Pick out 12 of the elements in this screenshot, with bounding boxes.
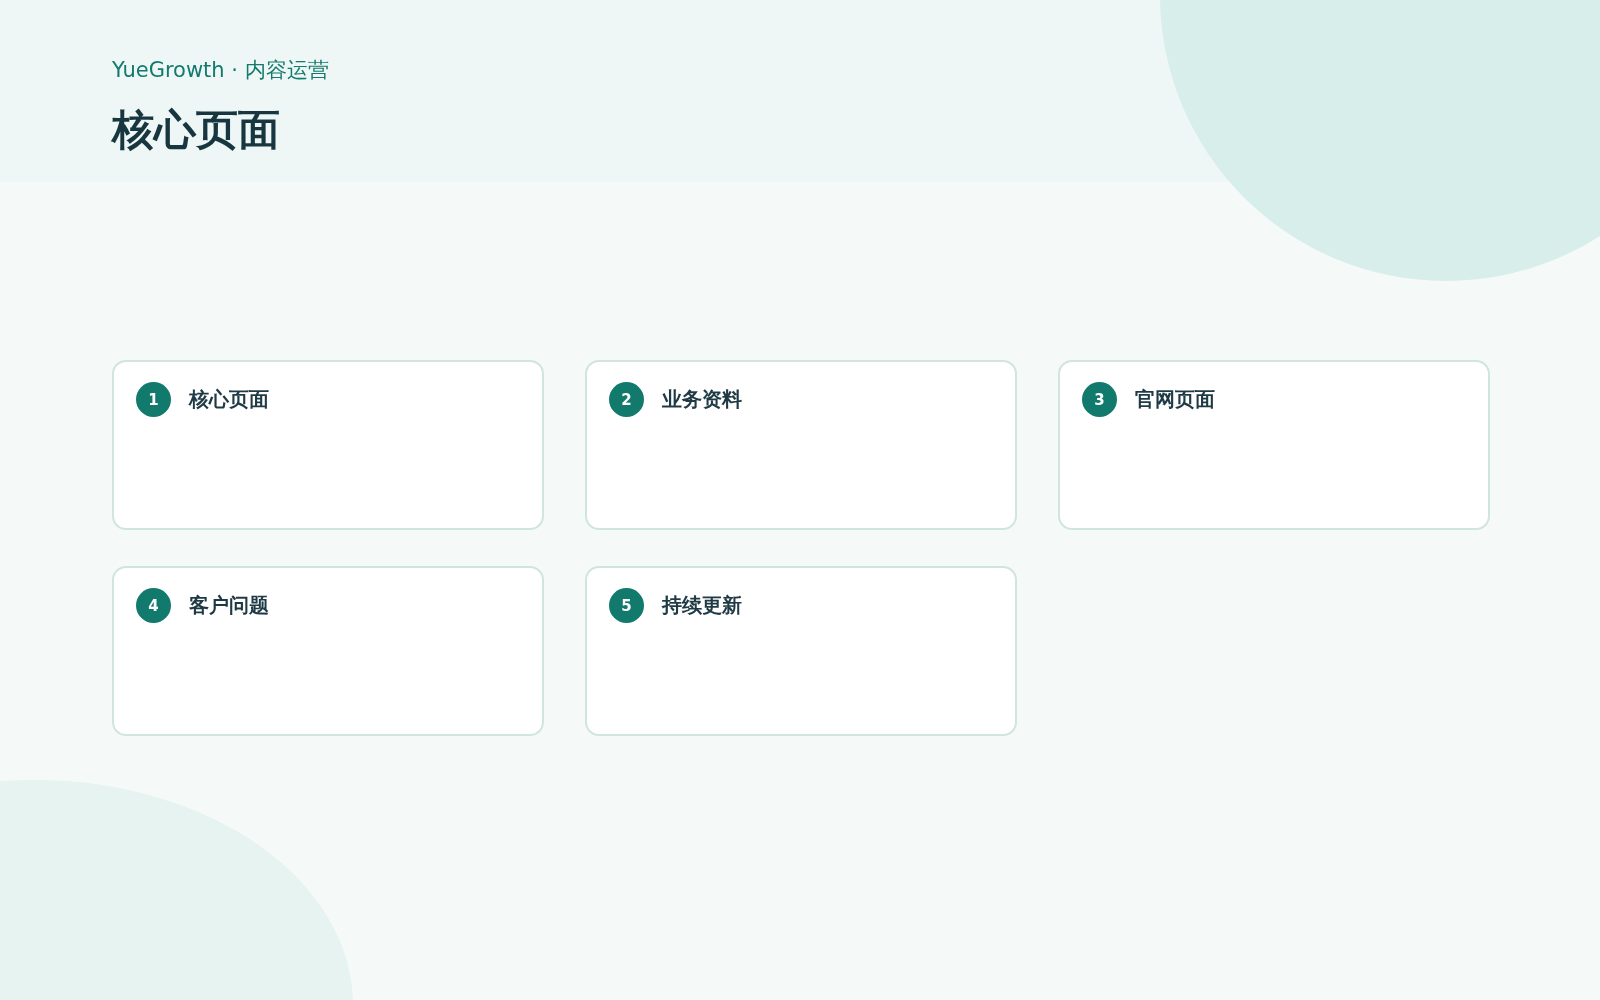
number-badge: 2 [609,382,644,417]
card-title: 持续更新 [662,592,742,619]
eyebrow-text: YueGrowth · 内容运营 [112,57,329,84]
page-title: 核心页面 [112,104,280,156]
number-badge: 3 [1082,382,1117,417]
card-title: 客户问题 [189,592,269,619]
number-badge: 1 [136,382,171,417]
number-badge: 5 [609,588,644,623]
number-badge: 4 [136,588,171,623]
card-title: 业务资料 [662,386,742,413]
card-title: 核心页面 [189,386,269,413]
card-title: 官网页面 [1135,386,1215,413]
